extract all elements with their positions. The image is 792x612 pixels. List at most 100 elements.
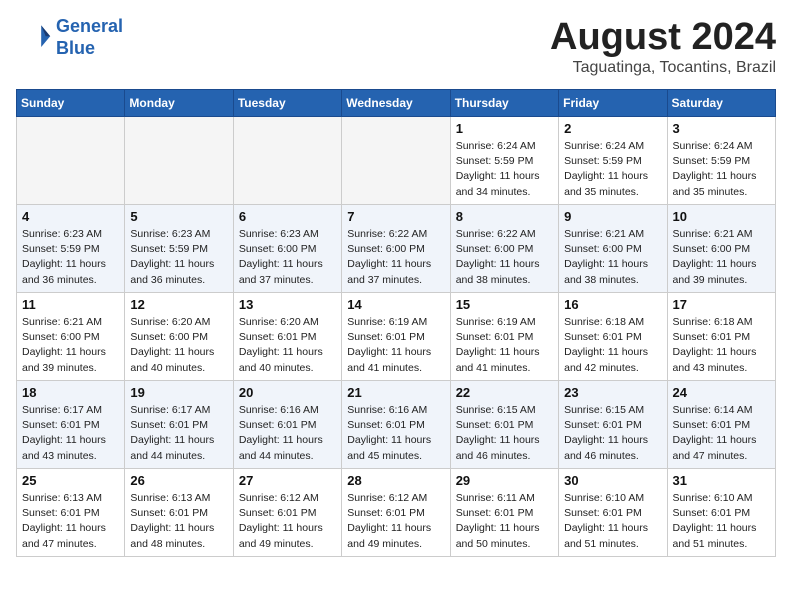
day-info: Sunrise: 6:18 AMSunset: 6:01 PMDaylight:…	[564, 315, 661, 376]
day-number: 22	[456, 385, 553, 400]
day-number: 13	[239, 297, 336, 312]
page-header: General Blue August 2024 Taguatinga, Toc…	[16, 16, 776, 77]
day-cell: 13Sunrise: 6:20 AMSunset: 6:01 PMDayligh…	[233, 293, 341, 381]
day-cell: 22 Sunrise: 6:15 AMSunset: 6:01 PMDayligh…	[450, 381, 558, 469]
weekday-header-wednesday: Wednesday	[342, 90, 450, 117]
day-number: 1	[456, 121, 553, 136]
day-cell: 21Sunrise: 6:16 AMSunset: 6:01 PMDayligh…	[342, 381, 450, 469]
week-row-1: 1 Sunrise: 6:24 AMSunset: 5:59 PMDaylight…	[17, 117, 776, 205]
day-cell: 14 Sunrise: 6:19 AMSunset: 6:01 PMDayligh…	[342, 293, 450, 381]
day-cell: 10Sunrise: 6:21 AMSunset: 6:00 PMDayligh…	[667, 205, 775, 293]
calendar-table: SundayMondayTuesdayWednesdayThursdayFrid…	[16, 89, 776, 557]
day-info: Sunrise: 6:21 AMSunset: 6:00 PMDaylight:…	[22, 315, 119, 376]
logo-line1: General	[56, 16, 123, 36]
title-block: August 2024 Taguatinga, Tocantins, Brazi…	[550, 16, 776, 77]
day-info: Sunrise: 6:22 AMSunset: 6:00 PMDaylight:…	[456, 227, 553, 288]
day-cell: 11 Sunrise: 6:21 AMSunset: 6:00 PMDayligh…	[17, 293, 125, 381]
day-info: Sunrise: 6:19 AMSunset: 6:01 PMDaylight:…	[347, 315, 444, 376]
logo-text: General Blue	[56, 16, 123, 59]
day-number: 17	[673, 297, 770, 312]
weekday-header-row: SundayMondayTuesdayWednesdayThursdayFrid…	[17, 90, 776, 117]
day-info: Sunrise: 6:15 AMSunset: 6:01 PMDaylight:…	[564, 403, 661, 464]
day-cell: 29 Sunrise: 6:11 AMSunset: 6:01 PMDayligh…	[450, 469, 558, 557]
day-info: Sunrise: 6:22 AMSunset: 6:00 PMDaylight:…	[347, 227, 444, 288]
day-cell: 30Sunrise: 6:10 AMSunset: 6:01 PMDayligh…	[559, 469, 667, 557]
day-number: 2	[564, 121, 661, 136]
day-number: 8	[456, 209, 553, 224]
day-cell: 31 Sunrise: 6:10 AMSunset: 6:01 PMDayligh…	[667, 469, 775, 557]
day-info: Sunrise: 6:16 AMSunset: 6:01 PMDaylight:…	[239, 403, 336, 464]
day-number: 24	[673, 385, 770, 400]
day-info: Sunrise: 6:24 AMSunset: 5:59 PMDaylight:…	[564, 139, 661, 200]
day-info: Sunrise: 6:10 AMSunset: 6:01 PMDaylight:…	[673, 491, 770, 552]
day-info: Sunrise: 6:18 AMSunset: 6:01 PMDaylight:…	[673, 315, 770, 376]
logo-line2: Blue	[56, 38, 95, 58]
week-row-4: 18 Sunrise: 6:17 AMSunset: 6:01 PMDayligh…	[17, 381, 776, 469]
weekday-header-sunday: Sunday	[17, 90, 125, 117]
day-info: Sunrise: 6:24 AMSunset: 5:59 PMDaylight:…	[673, 139, 770, 200]
day-cell: 28 Sunrise: 6:12 AMSunset: 6:01 PMDayligh…	[342, 469, 450, 557]
week-row-5: 25Sunrise: 6:13 AMSunset: 6:01 PMDayligh…	[17, 469, 776, 557]
day-number: 11	[22, 297, 119, 312]
day-info: Sunrise: 6:23 AMSunset: 6:00 PMDaylight:…	[239, 227, 336, 288]
day-info: Sunrise: 6:23 AMSunset: 5:59 PMDaylight:…	[22, 227, 119, 288]
day-cell: 25Sunrise: 6:13 AMSunset: 6:01 PMDayligh…	[17, 469, 125, 557]
day-number: 31	[673, 473, 770, 488]
day-number: 20	[239, 385, 336, 400]
day-number: 3	[673, 121, 770, 136]
day-info: Sunrise: 6:21 AMSunset: 6:00 PMDaylight:…	[564, 227, 661, 288]
day-number: 6	[239, 209, 336, 224]
day-cell: 5 Sunrise: 6:23 AMSunset: 5:59 PMDaylight…	[125, 205, 233, 293]
day-cell: 24 Sunrise: 6:14 AMSunset: 6:01 PMDayligh…	[667, 381, 775, 469]
week-row-2: 4Sunrise: 6:23 AMSunset: 5:59 PMDaylight…	[17, 205, 776, 293]
day-cell: 23 Sunrise: 6:15 AMSunset: 6:01 PMDayligh…	[559, 381, 667, 469]
day-info: Sunrise: 6:23 AMSunset: 5:59 PMDaylight:…	[130, 227, 227, 288]
day-cell: 15 Sunrise: 6:19 AMSunset: 6:01 PMDayligh…	[450, 293, 558, 381]
day-cell: 16 Sunrise: 6:18 AMSunset: 6:01 PMDayligh…	[559, 293, 667, 381]
day-number: 26	[130, 473, 227, 488]
day-info: Sunrise: 6:15 AMSunset: 6:01 PMDaylight:…	[456, 403, 553, 464]
day-cell: 17 Sunrise: 6:18 AMSunset: 6:01 PMDayligh…	[667, 293, 775, 381]
day-info: Sunrise: 6:17 AMSunset: 6:01 PMDaylight:…	[130, 403, 227, 464]
day-cell: 4Sunrise: 6:23 AMSunset: 5:59 PMDaylight…	[17, 205, 125, 293]
day-info: Sunrise: 6:19 AMSunset: 6:01 PMDaylight:…	[456, 315, 553, 376]
day-cell	[342, 117, 450, 205]
day-cell	[233, 117, 341, 205]
day-number: 5	[130, 209, 227, 224]
month-title: August 2024	[550, 16, 776, 59]
weekday-header-tuesday: Tuesday	[233, 90, 341, 117]
day-number: 30	[564, 473, 661, 488]
day-number: 16	[564, 297, 661, 312]
day-info: Sunrise: 6:11 AMSunset: 6:01 PMDaylight:…	[456, 491, 553, 552]
day-number: 29	[456, 473, 553, 488]
day-number: 15	[456, 297, 553, 312]
day-info: Sunrise: 6:12 AMSunset: 6:01 PMDaylight:…	[347, 491, 444, 552]
day-number: 28	[347, 473, 444, 488]
day-number: 10	[673, 209, 770, 224]
day-cell: 1Sunrise: 6:24 AMSunset: 5:59 PMDaylight…	[450, 117, 558, 205]
day-info: Sunrise: 6:12 AMSunset: 6:01 PMDaylight:…	[239, 491, 336, 552]
day-number: 27	[239, 473, 336, 488]
day-cell: 3 Sunrise: 6:24 AMSunset: 5:59 PMDaylight…	[667, 117, 775, 205]
day-info: Sunrise: 6:20 AMSunset: 6:00 PMDaylight:…	[130, 315, 227, 376]
day-number: 14	[347, 297, 444, 312]
day-cell	[125, 117, 233, 205]
day-cell	[17, 117, 125, 205]
day-info: Sunrise: 6:16 AMSunset: 6:01 PMDaylight:…	[347, 403, 444, 464]
day-cell: 26Sunrise: 6:13 AMSunset: 6:01 PMDayligh…	[125, 469, 233, 557]
weekday-header-friday: Friday	[559, 90, 667, 117]
day-number: 18	[22, 385, 119, 400]
day-info: Sunrise: 6:17 AMSunset: 6:01 PMDaylight:…	[22, 403, 119, 464]
day-info: Sunrise: 6:13 AMSunset: 6:01 PMDaylight:…	[22, 491, 119, 552]
day-number: 23	[564, 385, 661, 400]
day-cell: 8 Sunrise: 6:22 AMSunset: 6:00 PMDaylight…	[450, 205, 558, 293]
day-info: Sunrise: 6:14 AMSunset: 6:01 PMDaylight:…	[673, 403, 770, 464]
day-cell: 2 Sunrise: 6:24 AMSunset: 5:59 PMDaylight…	[559, 117, 667, 205]
logo: General Blue	[16, 16, 123, 59]
day-cell: 20 Sunrise: 6:16 AMSunset: 6:01 PMDayligh…	[233, 381, 341, 469]
day-number: 9	[564, 209, 661, 224]
day-cell: 18 Sunrise: 6:17 AMSunset: 6:01 PMDayligh…	[17, 381, 125, 469]
weekday-header-monday: Monday	[125, 90, 233, 117]
day-number: 12	[130, 297, 227, 312]
day-number: 7	[347, 209, 444, 224]
